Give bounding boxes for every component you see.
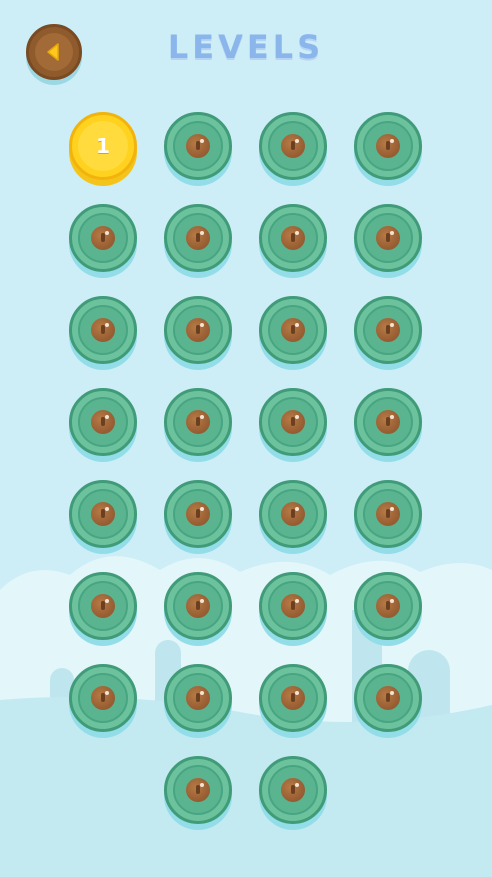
level-button-locked[interactable] [259,756,327,824]
keyhole-lock-icon [376,410,400,434]
keyhole-lock-icon [91,502,115,526]
keyhole-lock-icon [281,410,305,434]
keyhole-lock-icon [186,134,210,158]
level-button-locked[interactable] [354,480,422,548]
level-button-locked[interactable] [164,756,232,824]
keyhole-lock-icon [281,686,305,710]
keyhole-lock-icon [376,318,400,342]
level-button-locked[interactable] [69,572,137,640]
keyhole-lock-icon [281,134,305,158]
level-button-locked[interactable] [259,480,327,548]
keyhole-lock-icon [91,686,115,710]
level-button-locked[interactable] [164,388,232,456]
keyhole-lock-icon [376,686,400,710]
level-button-locked[interactable] [259,664,327,732]
level-button-locked[interactable] [69,296,137,364]
keyhole-lock-icon [376,226,400,250]
keyhole-lock-icon [376,502,400,526]
level-button-locked[interactable] [259,296,327,364]
level-button-locked[interactable] [69,204,137,272]
level-button-locked[interactable] [164,572,232,640]
keyhole-lock-icon [186,226,210,250]
level-button-locked[interactable] [259,388,327,456]
keyhole-lock-icon [281,778,305,802]
page-title: LEVELS [167,28,325,66]
level-button-locked[interactable] [69,480,137,548]
keyhole-lock-icon [186,410,210,434]
keyhole-lock-icon [91,594,115,618]
keyhole-lock-icon [91,318,115,342]
level-button-locked[interactable] [354,296,422,364]
level-button-locked[interactable] [164,112,232,180]
level-button-locked[interactable] [259,204,327,272]
level-button-locked[interactable] [354,572,422,640]
keyhole-lock-icon [186,502,210,526]
level-button-locked[interactable] [259,572,327,640]
level-button-unlocked[interactable]: 1 [69,112,137,180]
keyhole-lock-icon [376,594,400,618]
level-button-locked[interactable] [69,388,137,456]
level-button-locked[interactable] [164,204,232,272]
keyhole-lock-icon [91,226,115,250]
keyhole-lock-icon [186,778,210,802]
level-button-locked[interactable] [69,664,137,732]
keyhole-lock-icon [91,410,115,434]
level-button-locked[interactable] [354,388,422,456]
keyhole-lock-icon [186,594,210,618]
keyhole-lock-icon [186,686,210,710]
keyhole-lock-icon [186,318,210,342]
level-number: 1 [96,134,110,158]
level-button-locked[interactable] [354,204,422,272]
keyhole-lock-icon [281,318,305,342]
keyhole-lock-icon [281,226,305,250]
level-button-locked[interactable] [164,296,232,364]
level-button-locked[interactable] [259,112,327,180]
keyhole-lock-icon [281,594,305,618]
level-button-locked[interactable] [164,480,232,548]
keyhole-lock-icon [376,134,400,158]
level-button-locked[interactable] [354,664,422,732]
level-button-locked[interactable] [164,664,232,732]
keyhole-lock-icon [281,502,305,526]
level-button-locked[interactable] [354,112,422,180]
